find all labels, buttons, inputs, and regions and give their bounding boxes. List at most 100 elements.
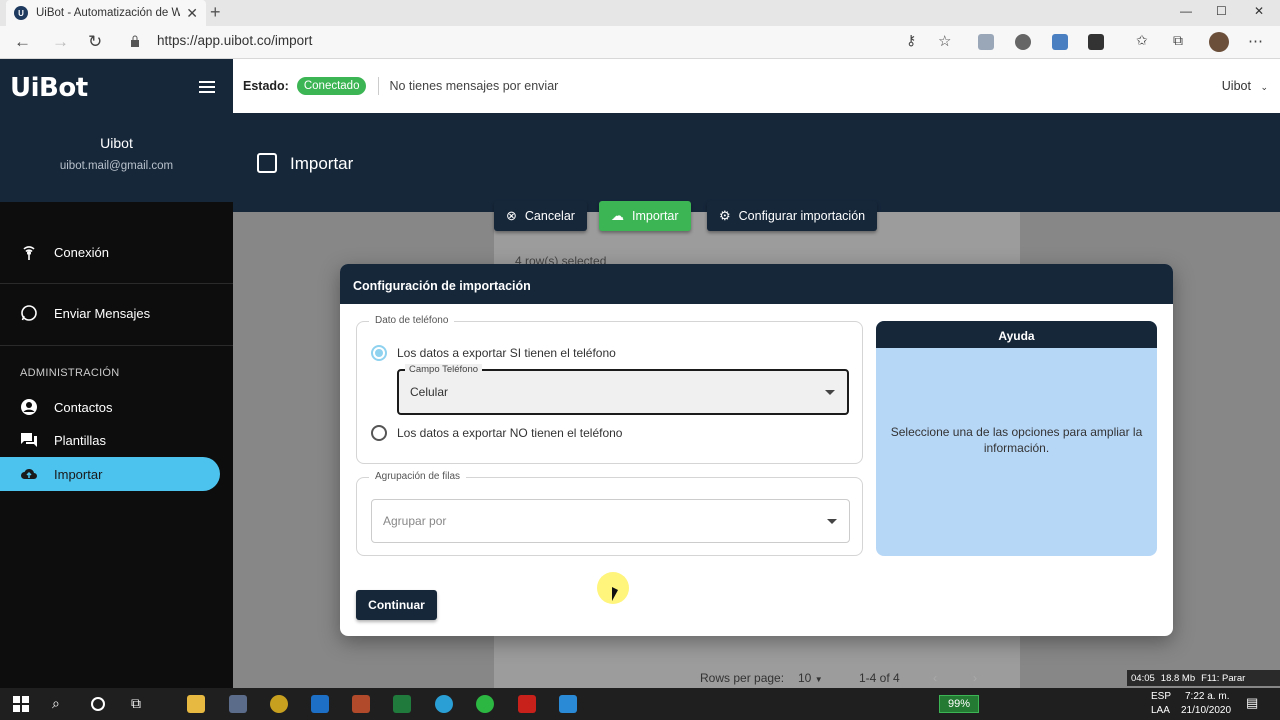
whatsapp-icon — [20, 304, 38, 322]
status-label: Estado: — [243, 79, 289, 93]
next-page-icon[interactable]: › — [973, 671, 977, 685]
recorder-size: 18.8 Mb — [1160, 672, 1196, 684]
extension-circle-icon[interactable] — [1015, 34, 1031, 50]
sidebar-user-name: Uibot — [100, 135, 133, 151]
windows-start-icon[interactable] — [12, 695, 30, 713]
more-menu-icon[interactable]: ⋯ — [1248, 32, 1263, 50]
cancel-button-label: Cancelar — [524, 209, 575, 223]
collections-icon[interactable]: ⧉ — [1173, 32, 1183, 49]
language-indicator[interactable]: ESP — [1151, 691, 1171, 702]
cloud-upload-icon: ☁ — [611, 208, 624, 223]
phone-field-select[interactable]: Campo Teléfono Celular — [397, 364, 849, 415]
battery-indicator[interactable]: 99% — [939, 695, 979, 713]
browser-tab[interactable]: U UiBot - Automatización de Whats ✕ — [6, 0, 206, 26]
reload-icon[interactable]: ↻ — [88, 32, 102, 52]
status-badge: Conectado — [296, 77, 367, 95]
calculator-icon[interactable] — [229, 695, 247, 713]
close-tab-icon[interactable]: ✕ — [186, 5, 198, 22]
whatsapp-icon[interactable] — [476, 695, 494, 713]
back-icon[interactable]: ← — [14, 32, 31, 52]
task-view-icon[interactable]: ⧉ — [131, 695, 149, 713]
configure-import-button[interactable]: ⚙ Configurar importación — [707, 201, 878, 231]
row-grouping-group: Agrupación de filas Agrupar por — [356, 471, 863, 556]
caret-down-icon — [827, 519, 837, 524]
edge-icon[interactable] — [435, 695, 453, 713]
sidebar-user-email: uibot.mail@gmail.com — [59, 160, 174, 172]
continue-button[interactable]: Continuar — [356, 590, 437, 620]
sidebar-section-title: ADMINISTRACIÓN — [20, 367, 120, 379]
help-title: Ayuda — [876, 321, 1157, 348]
caret-down-icon — [825, 390, 835, 395]
divider — [378, 77, 380, 95]
chat-icon — [20, 431, 38, 449]
sidebar-item-conexion[interactable]: Conexión — [0, 235, 233, 269]
cancel-button[interactable]: ⊗ Cancelar — [494, 201, 587, 231]
user-menu-label: Uibot — [1221, 79, 1251, 93]
phone-group-legend: Dato de teléfono — [369, 315, 455, 326]
recorder-hint: F11: Parar — [1201, 672, 1246, 684]
close-window-icon[interactable]: ✕ — [1254, 4, 1264, 18]
row-grouping-legend: Agrupación de filas — [369, 471, 467, 482]
notifications-icon[interactable]: ▤ — [1246, 695, 1264, 713]
import-button-label: Importar — [632, 209, 679, 223]
sidebar-item-label: Plantillas — [54, 432, 107, 448]
lock-icon — [131, 35, 139, 47]
clock-date[interactable]: 21/10/2020 — [1181, 705, 1231, 716]
excel-icon[interactable] — [393, 695, 411, 713]
extension-screen-icon[interactable] — [1052, 34, 1068, 50]
keyboard-layout[interactable]: LAA — [1151, 705, 1170, 716]
rows-per-page-label: Rows per page: — [700, 671, 785, 685]
uibot-favicon-icon: U — [14, 6, 28, 20]
rows-per-page-select[interactable]: 10 ▼ — [798, 671, 823, 685]
sidebar-profile: UiBot Uibot uibot.mail@gmail.com — [0, 59, 233, 202]
app-icon[interactable] — [352, 695, 370, 713]
favorite-star-icon[interactable]: ☆ — [938, 32, 951, 50]
pagination-range: 1-4 of 4 — [859, 671, 900, 685]
help-text: Seleccione una de las opciones para ampl… — [890, 425, 1143, 455]
outlook-icon[interactable] — [311, 695, 329, 713]
mouse-cursor-icon — [612, 587, 618, 601]
import-button[interactable]: ☁ Importar — [599, 201, 691, 231]
hamburger-menu-icon[interactable] — [199, 81, 215, 93]
finance-app-icon[interactable] — [270, 695, 288, 713]
sidebar-item-importar[interactable]: Importar — [0, 457, 220, 491]
file-explorer-icon[interactable] — [187, 695, 205, 713]
sidebar-item-label: Conexión — [54, 244, 109, 260]
help-panel: Ayuda Seleccione una de las opciones par… — [876, 321, 1157, 556]
app-icon[interactable] — [559, 695, 577, 713]
sidebar-item-label: Importar — [54, 466, 103, 482]
phone-no-label[interactable]: Los datos a exportar NO tienen el teléfo… — [397, 426, 622, 440]
sidebar-item-contactos[interactable]: Contactos — [0, 390, 233, 424]
cloud-upload-icon — [20, 465, 38, 483]
tab-title: UiBot - Automatización de Whats — [36, 7, 181, 19]
url-field[interactable]: https://app.uibot.co/import — [157, 33, 312, 48]
sidebar-item-label: Contactos — [54, 399, 113, 415]
import-config-modal: Configuración de importación Dato de tel… — [340, 264, 1173, 636]
gear-icon: ⚙ — [719, 208, 731, 223]
acrobat-icon[interactable] — [518, 695, 536, 713]
extension-dev-icon[interactable] — [978, 34, 994, 50]
phone-yes-label[interactable]: Los datos a exportar SI tienen el teléfo… — [397, 346, 616, 360]
cancel-circle-icon: ⊗ — [506, 208, 517, 223]
windows-taskbar: ⌕ ⧉ 99% ESP LAA 7:22 a. m. 21/10/2020 ▤ — [0, 688, 1280, 720]
user-menu[interactable]: Uibot ⌄ — [1222, 79, 1268, 93]
forward-icon[interactable]: → — [52, 32, 69, 52]
sidebar-item-enviar-mensajes[interactable]: Enviar Mensajes — [0, 296, 233, 330]
maximize-icon[interactable]: ☐ — [1216, 4, 1227, 18]
profile-avatar[interactable] — [1209, 32, 1229, 52]
uibot-logo: UiBot — [10, 73, 88, 103]
minimize-icon[interactable]: — — [1180, 4, 1192, 18]
phone-no-radio[interactable] — [371, 425, 387, 441]
new-tab-icon[interactable]: + — [210, 2, 221, 23]
group-by-select[interactable]: Agrupar por — [371, 499, 850, 543]
cortana-icon[interactable] — [91, 697, 105, 711]
favorites-icon[interactable]: ✩ — [1136, 32, 1148, 49]
page-header: Importar — [233, 113, 1280, 212]
sidebar-item-plantillas[interactable]: Plantillas — [0, 423, 233, 457]
extension-box-icon[interactable] — [1088, 34, 1104, 50]
search-icon[interactable]: ⌕ — [52, 695, 70, 713]
key-icon[interactable]: ⚷ — [906, 32, 916, 49]
clock-time[interactable]: 7:22 a. m. — [1185, 691, 1229, 702]
phone-yes-radio[interactable] — [371, 345, 387, 361]
prev-page-icon[interactable]: ‹ — [933, 671, 937, 685]
